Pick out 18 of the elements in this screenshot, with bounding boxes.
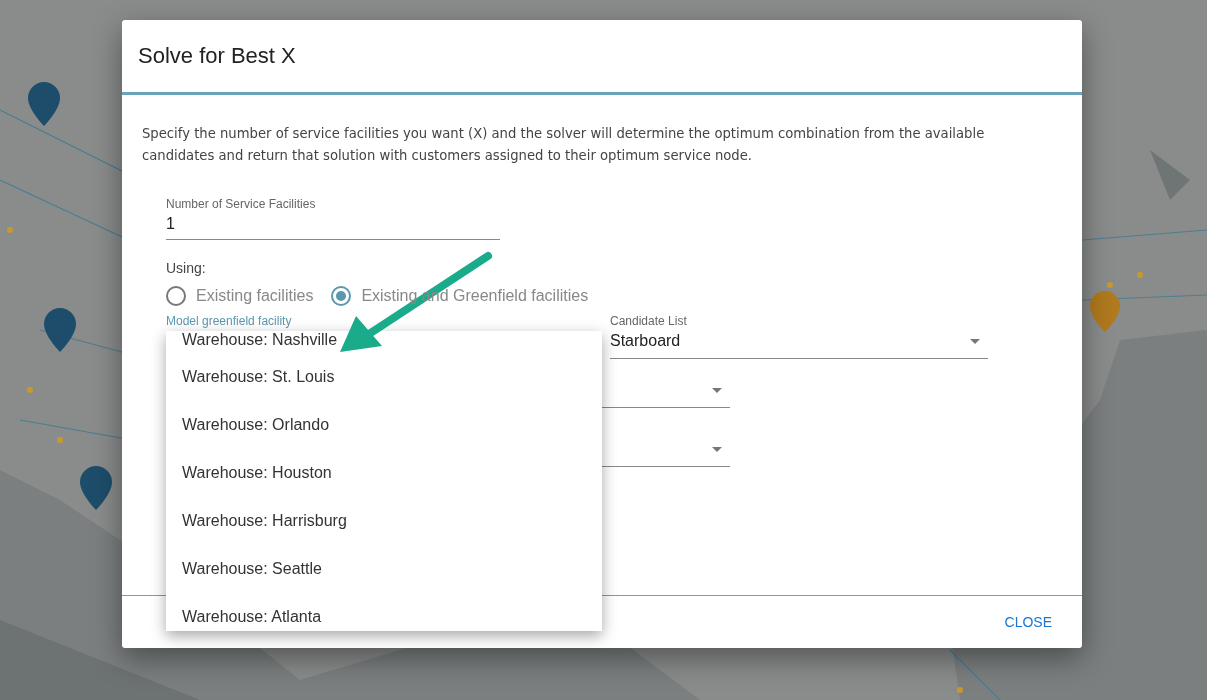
menu-item[interactable]: Warehouse: Seattle (166, 545, 602, 593)
caret-icon (970, 338, 980, 344)
using-label: Using: (166, 260, 207, 276)
menu-item[interactable]: Warehouse: Atlanta (166, 593, 602, 631)
menu-item[interactable]: Warehouse: St. Louis (166, 353, 602, 401)
facility-count-field[interactable]: Number of Service Facilities 1 (166, 197, 500, 240)
menu-item[interactable]: Warehouse: Harrisburg (166, 497, 602, 545)
menu-item[interactable]: Warehouse: Orlando (166, 401, 602, 449)
model-facility-label: Model greenfield facility (166, 314, 293, 328)
dialog-title: Solve for Best X (138, 43, 296, 69)
candidate-list-select[interactable]: Candidate List Starboard (610, 314, 988, 359)
close-button[interactable]: CLOSE (996, 606, 1060, 638)
caret-icon (712, 446, 722, 452)
menu-item[interactable]: Warehouse: Nashville (166, 331, 602, 353)
radio-option[interactable]: Existing facilities (166, 286, 314, 306)
menu-item[interactable]: Warehouse: Houston (166, 449, 602, 497)
caret-icon (712, 387, 722, 393)
description-text: Specify the number of service facilities you want (X) and the solver will determine the optimum combination from the available candidates and return that solution with customers assigned to their optimum service node. (142, 125, 986, 165)
